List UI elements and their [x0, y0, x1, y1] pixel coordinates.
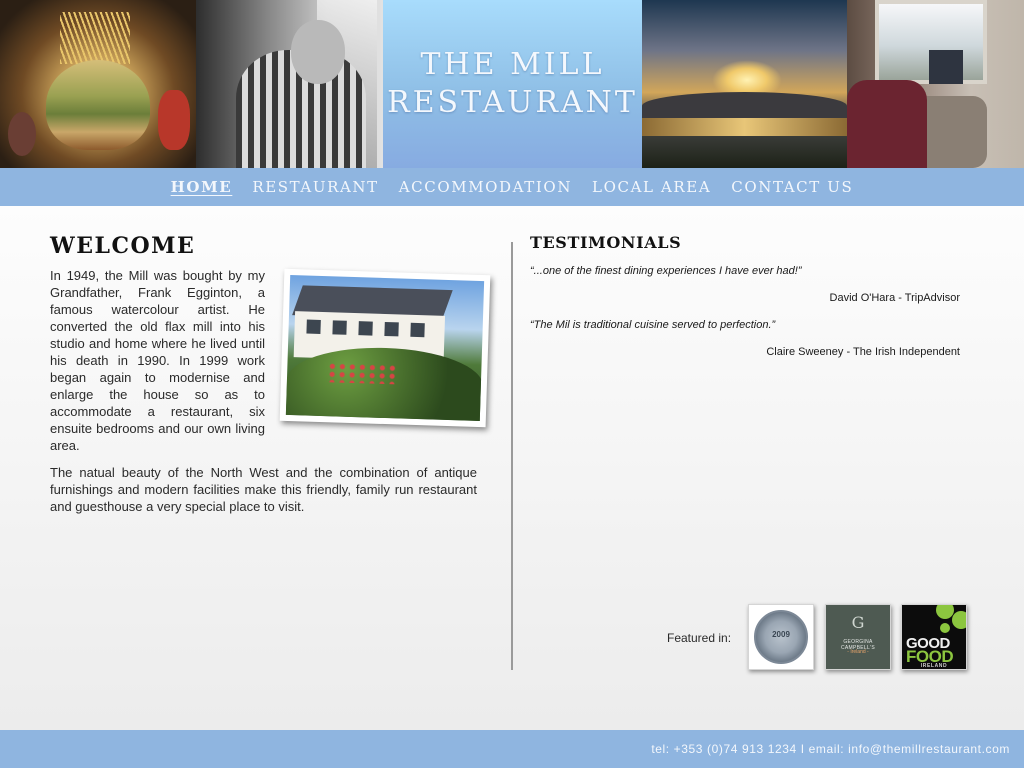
nav-item-accommodation[interactable]: ACCOMMODATION [399, 178, 572, 196]
testimonials-heading: TESTIMONIALS [530, 233, 682, 252]
site-title-line2: RESTAURANT [387, 85, 638, 120]
food-photo [0, 0, 196, 168]
welcome-paragraph-2: The natual beauty of the North West and … [50, 465, 477, 514]
good-food-line3: IRELAND [920, 663, 948, 669]
testimonial-quote: “The Mil is traditional cuisine served t… [530, 319, 776, 331]
main-nav: HOME RESTAURANT ACCOMMODATION LOCAL AREA… [0, 168, 1024, 206]
footer-bar: tel: +353 (0)74 913 1234 I email: info@t… [0, 730, 1024, 768]
site-title[interactable]: THE MILL RESTAURANT [383, 0, 642, 168]
green-dot-icon [952, 611, 966, 629]
welcome-heading: WELCOME [50, 233, 196, 259]
green-dot-icon [940, 623, 950, 633]
georgina-logo-letter: G [851, 613, 865, 632]
main-content: WELCOME In 1949, the Mill was bought by … [0, 206, 1024, 730]
sunset-lake-photo [642, 0, 847, 168]
nav-item-restaurant[interactable]: RESTAURANT [252, 178, 378, 196]
chef-photo [196, 0, 383, 168]
house-photo [279, 268, 491, 428]
nav-item-home[interactable]: HOME [171, 178, 233, 196]
georgina-region: - Ireland - [847, 649, 869, 655]
nav-item-local-area[interactable]: LOCAL AREA [592, 178, 711, 196]
testimonial-quote: “...one of the finest dining experiences… [530, 265, 802, 277]
footer-contact: tel: +353 (0)74 913 1234 I email: info@t… [651, 742, 1010, 756]
testimonial-author: David O'Hara - TripAdvisor [829, 292, 960, 304]
site-title-line1: THE MILL [420, 47, 605, 82]
bridgestone-year: 2009 [772, 630, 790, 639]
room-interior-photo [847, 0, 1024, 168]
welcome-paragraph-1: In 1949, the Mill was bought by my Grand… [50, 268, 265, 453]
column-divider [511, 242, 513, 670]
bridgestone-guide-badge[interactable]: 2009 [748, 604, 814, 670]
featured-in-label: Featured in: [667, 631, 732, 645]
testimonial-author: Claire Sweeney - The Irish Independent [766, 346, 960, 358]
good-food-ireland-badge[interactable]: GOOD FOOD IRELAND [901, 604, 967, 670]
nav-item-contact-us[interactable]: CONTACT US [731, 178, 853, 196]
header-banner: THE MILL RESTAURANT [0, 0, 1024, 168]
georgina-campbell-badge[interactable]: G GEORGINA CAMPBELL'S - Ireland - [825, 604, 891, 670]
